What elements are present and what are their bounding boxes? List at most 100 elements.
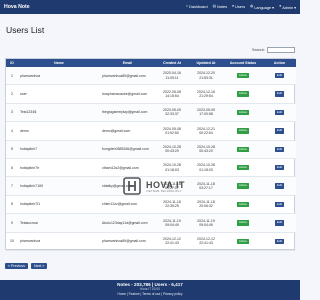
status-active-button[interactable]: Active <box>236 72 250 79</box>
watermark: HOVA IT VIETNAM TECHNOLOGY <box>121 172 189 200</box>
edit-user-button[interactable]: Edit <box>274 91 285 97</box>
language-icon: ◍ <box>250 4 254 9</box>
nav-item-label: Notes <box>217 5 227 9</box>
cell-account-status: Active <box>223 220 263 226</box>
nav-item-notes[interactable]: ▤ Notes <box>213 5 227 9</box>
cell-id: 6 <box>11 165 13 170</box>
page-title: Users List <box>6 25 45 35</box>
cell-id: 10 <box>10 239 14 244</box>
header-updated-at[interactable]: Updated At <box>189 61 223 65</box>
cell-id: 5 <box>11 147 13 152</box>
cell-name: demo <box>20 128 29 133</box>
cell-name: hoitaptinh7 <box>20 147 38 152</box>
table-row: 4 demo demo@gmail.com 2024-05-08 01:52:50 20… <box>6 122 296 141</box>
hova-logo-icon <box>123 177 141 195</box>
cell-updated-at: 2023-05-09 17:00:58 <box>197 108 215 117</box>
watermark-subtitle: VIETNAM TECHNOLOGY <box>146 189 182 193</box>
cell-name: hoitaptinh7t1 <box>20 202 41 207</box>
cell-account-status: Active <box>223 146 263 152</box>
edit-user-button[interactable]: Edit <box>274 183 285 189</box>
header-email[interactable]: Email <box>100 61 155 65</box>
header-name[interactable]: Name <box>18 61 100 65</box>
cell-action: Edit <box>263 164 296 171</box>
cell-created-at: 2024-10-28 00:43:20 <box>163 145 181 154</box>
nav-item-users[interactable]: ● Users <box>232 5 245 9</box>
cell-name: phamvanhoa <box>20 73 41 78</box>
cell-updated-at: 2024-12-12 22:41:43 <box>197 237 215 246</box>
cell-created-at: 2023-05-09 02:33:37 <box>163 108 181 117</box>
edit-user-button[interactable]: Edit <box>274 72 285 79</box>
table-header: ID Name Email Created At Updated At Acco… <box>6 59 296 67</box>
notes-icon: ▤ <box>212 4 217 9</box>
table-row: 1 phamvanhoa phamvanhoa89@gmail.com 2020-04… <box>6 67 296 86</box>
cell-email: Abolu123day11d@gmail.com <box>102 220 148 225</box>
cell-created-at: 2020-04-16 11:09:11 <box>163 71 181 80</box>
next-page-button[interactable]: Next » <box>30 263 48 270</box>
status-active-button[interactable]: Active <box>236 109 250 116</box>
table-row: 2 user hoaphamsoacke@gmail.com 2022-05-08 1… <box>6 85 296 104</box>
status-active-button[interactable]: Active <box>236 128 250 134</box>
cell-updated-at: 2024-11-19 09:04:49 <box>197 218 215 227</box>
cell-action: Edit <box>263 146 296 152</box>
cell-created-at: 2024-12-12 22:41:43 <box>163 237 181 246</box>
cell-created-at: 2024-11-19 09:04:49 <box>163 218 181 227</box>
cell-name: Test1234$ <box>20 110 37 115</box>
cell-id: 3 <box>11 110 13 115</box>
cell-name: Testaccnua <box>20 220 38 225</box>
cell-action: Edit <box>263 220 296 226</box>
status-active-button[interactable]: Active <box>236 238 250 244</box>
cell-name: hoitaptinh7169 <box>20 183 43 188</box>
nav-item-admin[interactable]: ● Admin ▾ <box>279 5 296 10</box>
status-active-button[interactable]: Active <box>236 91 250 97</box>
pagination: « Previous Next » <box>5 263 48 270</box>
cell-updated-at: 2024-11-18 03:27:17 <box>197 181 215 191</box>
edit-user-button[interactable]: Edit <box>274 220 285 226</box>
header-account-status[interactable]: Account Status <box>223 61 263 65</box>
header-created-at[interactable]: Created At <box>155 61 189 65</box>
status-active-button[interactable]: Active <box>236 183 250 189</box>
cell-updated-at: 2024-10-28 00:43:20 <box>197 145 215 154</box>
status-active-button[interactable]: Active <box>236 164 250 171</box>
table-body: 1 phamvanhoa phamvanhoa89@gmail.com 2020-04… <box>6 67 296 251</box>
users-icon: ● <box>232 4 235 9</box>
cell-created-at: 2024-05-08 01:52:50 <box>163 126 181 135</box>
cell-id: 7 <box>11 183 13 188</box>
nav-item-language[interactable]: ◍ Language ▾ <box>250 5 274 10</box>
nav-item-label: Language ▾ <box>254 5 275 10</box>
cell-id: 9 <box>11 220 13 225</box>
footer: Notes - 203,786 | Users - 6,417 Hova IT … <box>0 280 300 300</box>
edit-user-button[interactable]: Edit <box>274 146 285 152</box>
search-input[interactable] <box>267 47 295 53</box>
cell-id: 2 <box>11 91 13 96</box>
admin-icon: ● <box>279 4 282 9</box>
header-action[interactable]: Action <box>263 61 296 65</box>
nav-item-label: Users <box>235 5 246 9</box>
app-title[interactable]: Hova Note <box>4 4 30 10</box>
cell-created-at: 2022-05-08 14:15:54 <box>163 89 181 99</box>
edit-user-button[interactable]: Edit <box>274 164 285 171</box>
cell-account-status: Active <box>223 91 263 97</box>
edit-user-button[interactable]: Edit <box>274 109 285 116</box>
status-active-button[interactable]: Active <box>236 146 250 152</box>
cell-email: chien12zz@gmail.com <box>102 202 138 207</box>
edit-user-button[interactable]: Edit <box>274 238 285 244</box>
watermark-title: HOVA IT <box>146 179 185 190</box>
edit-user-button[interactable]: Edit <box>274 128 285 134</box>
cell-account-status: Active <box>223 201 263 208</box>
edit-user-button[interactable]: Edit <box>274 201 285 208</box>
table-row: 10 phamvanhoa phamvanhoa89@gmail.com 2024-1… <box>6 233 296 251</box>
header-id[interactable]: ID <box>6 61 18 65</box>
cell-email: phamvanhoa89@gmail.com <box>102 73 146 78</box>
status-active-button[interactable]: Active <box>236 220 250 226</box>
cell-email: hoaphamsoacke@gmail.com <box>102 91 148 96</box>
cell-action: Edit <box>263 109 296 116</box>
cell-action: Edit <box>263 183 296 189</box>
footer-links[interactable]: Home | Feature | Terms of use | Privacy … <box>0 292 300 296</box>
cell-email: bongden0585266@gmail.com <box>102 147 149 152</box>
nav-item-dashboard[interactable]: ⌂ Dashboard <box>186 5 208 9</box>
status-active-button[interactable]: Active <box>236 201 250 208</box>
watermark-text: HOVA IT VIETNAM TECHNOLOGY <box>146 180 185 193</box>
table-row: 9 Testaccnua Abolu123day11d@gmail.com 2024-… <box>6 214 296 233</box>
previous-page-button[interactable]: « Previous <box>5 263 28 270</box>
cell-account-status: Active <box>223 183 263 189</box>
